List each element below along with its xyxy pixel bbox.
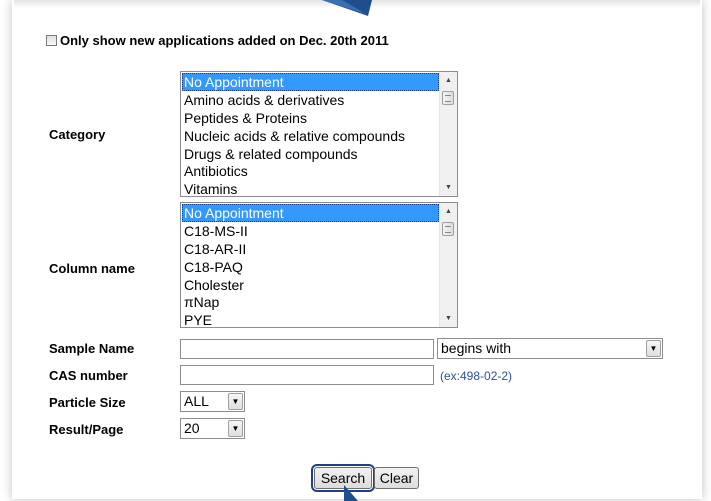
chevron-down-icon[interactable]: ▼ <box>646 340 661 357</box>
scroll-down-icon[interactable]: ▼ <box>440 179 457 196</box>
column-option[interactable]: Cholester <box>182 276 439 294</box>
column-option[interactable]: PYE <box>182 311 439 327</box>
column-option[interactable]: C18-MS-II <box>182 222 439 240</box>
category-listbox[interactable]: No Appointment Amino acids & derivatives P… <box>180 71 458 197</box>
cas-example-hint: (ex:498-02-2) <box>440 369 513 383</box>
category-option[interactable]: No Appointment <box>182 73 439 91</box>
column-option[interactable]: C18-AR-II <box>182 240 439 258</box>
category-scrollbar[interactable]: ▲ ▼ <box>439 72 457 196</box>
sample-name-input[interactable] <box>180 339 434 359</box>
new-apps-label: Only show new applications added on Dec.… <box>60 33 389 48</box>
cas-number-label: CAS number <box>49 368 128 383</box>
result-page-value: 20 <box>184 420 200 436</box>
category-option[interactable]: Antibiotics <box>182 162 439 180</box>
match-mode-value: begins with <box>441 340 512 356</box>
column-option[interactable]: C18-PAQ <box>182 258 439 276</box>
category-label: Category <box>49 127 106 142</box>
column-option[interactable]: πNap <box>182 293 439 311</box>
clear-button[interactable]: Clear <box>374 467 419 489</box>
match-mode-select[interactable]: begins with ▼ <box>437 338 663 359</box>
column-name-label: Column name <box>49 261 135 276</box>
column-scrollbar[interactable]: ▲ ▼ <box>439 203 457 327</box>
category-option[interactable]: Vitamins <box>182 180 439 196</box>
new-apps-filter[interactable]: Only show new applications added on Dec.… <box>46 33 389 48</box>
cas-number-input[interactable] <box>180 365 434 385</box>
scroll-up-icon[interactable]: ▲ <box>440 72 457 89</box>
sample-name-label: Sample Name <box>49 341 135 356</box>
category-option[interactable]: Amino acids & derivatives <box>182 91 439 109</box>
column-option[interactable]: No Appointment <box>182 204 439 222</box>
category-option[interactable]: Nucleic acids & relative compounds <box>182 127 439 145</box>
chevron-down-icon[interactable]: ▼ <box>228 393 243 410</box>
callout-pointer-icon <box>322 0 372 16</box>
result-page-label: Result/Page <box>49 422 124 437</box>
new-apps-checkbox[interactable] <box>46 35 57 46</box>
particle-size-select[interactable]: ALL ▼ <box>180 391 245 412</box>
column-listbox[interactable]: No Appointment C18-MS-II C18-AR-II C18-PAQ C… <box>180 202 458 328</box>
scroll-thumb[interactable] <box>442 91 454 105</box>
scroll-up-icon[interactable]: ▲ <box>440 203 457 220</box>
result-page-select[interactable]: 20 ▼ <box>180 418 245 439</box>
category-option[interactable]: Drugs & related compounds <box>182 145 439 163</box>
category-option[interactable]: Peptides & Proteins <box>182 109 439 127</box>
pointer-arrow-icon <box>344 485 358 501</box>
particle-size-value: ALL <box>184 393 209 409</box>
chevron-down-icon[interactable]: ▼ <box>228 420 243 437</box>
particle-size-label: Particle Size <box>49 395 126 410</box>
scroll-down-icon[interactable]: ▼ <box>440 310 457 327</box>
scroll-thumb[interactable] <box>442 222 454 236</box>
